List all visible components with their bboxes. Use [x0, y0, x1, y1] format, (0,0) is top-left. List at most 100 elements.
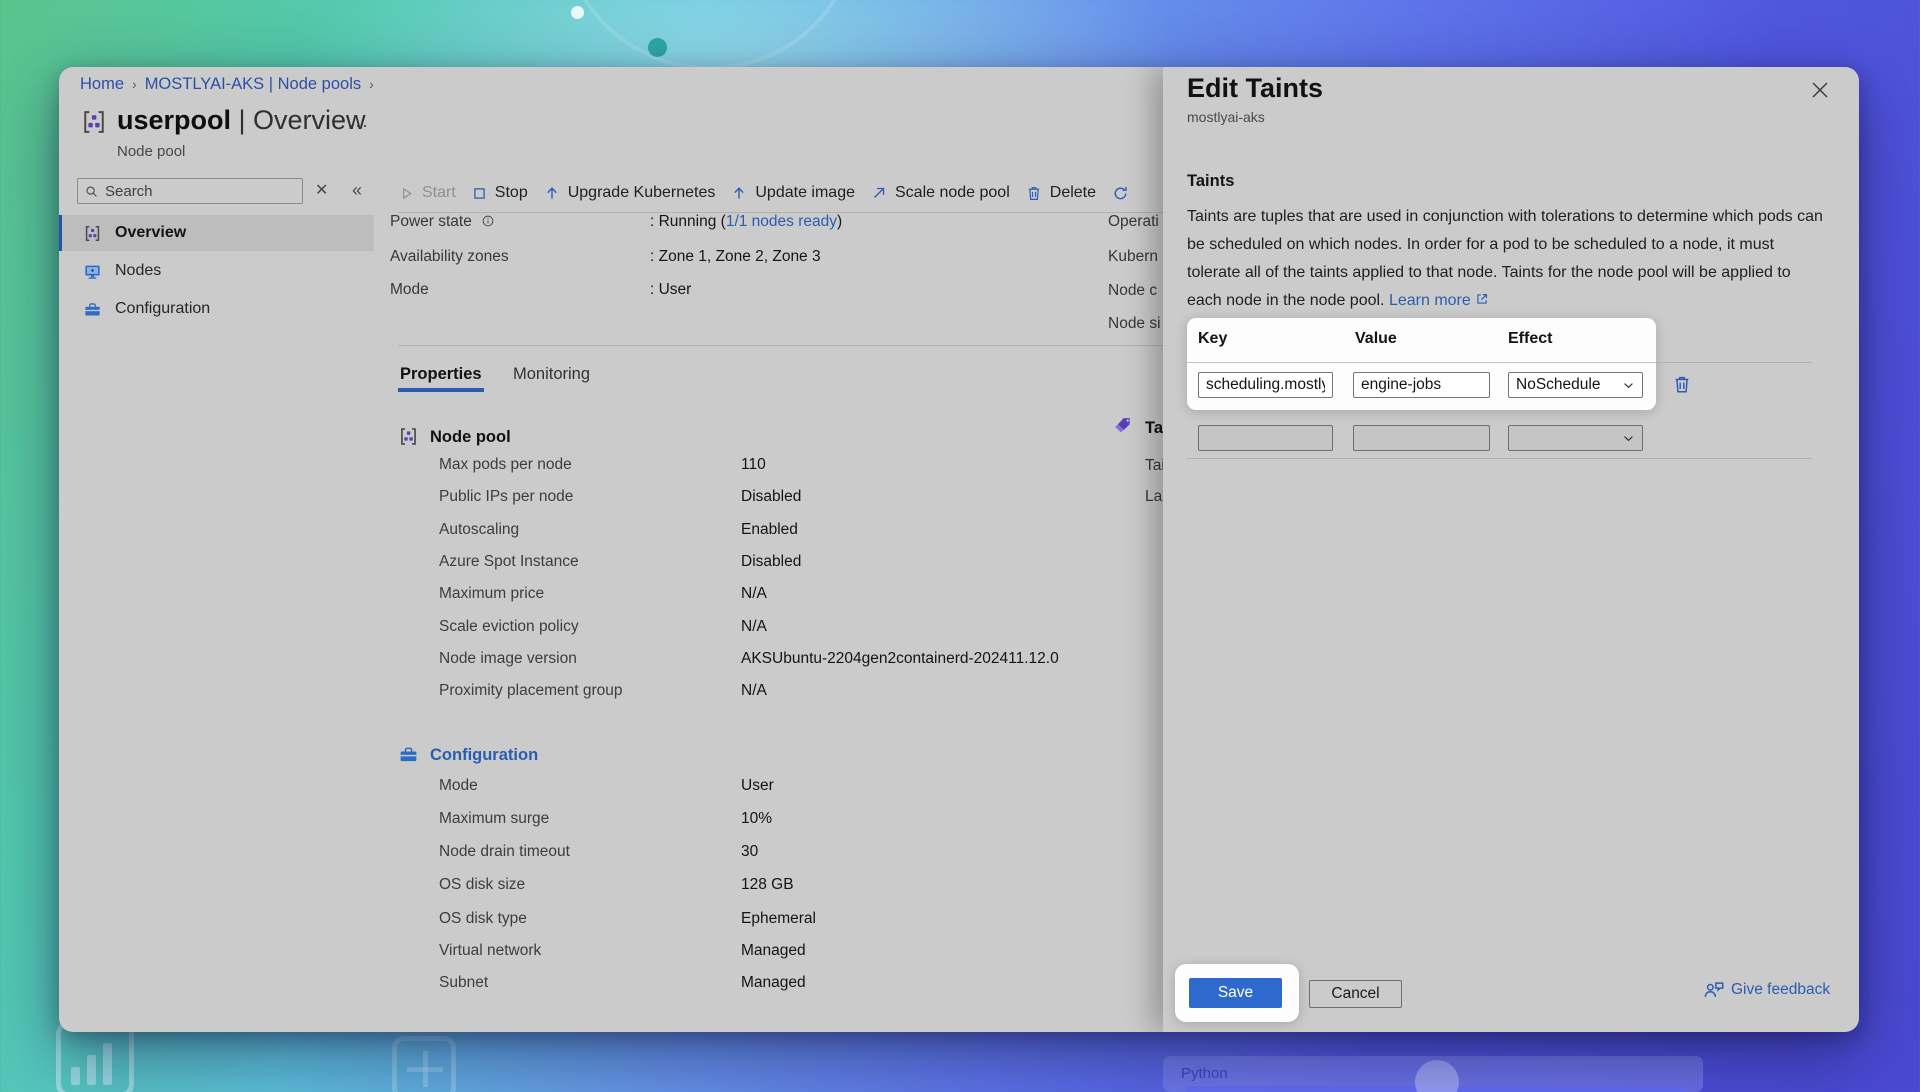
essentials-row: Mode : User: [390, 281, 429, 301]
truncated-label: Operati: [1108, 213, 1159, 231]
search-dismiss-button[interactable]: ✕: [315, 180, 328, 200]
sidebar-item-overview[interactable]: Overview: [59, 215, 374, 251]
taints-heading: Taints: [1187, 172, 1234, 191]
sidebar-item-label: Configuration: [115, 300, 210, 318]
trash-icon: [1025, 184, 1043, 202]
arrow-up-icon: [543, 184, 561, 202]
external-link-icon: [1475, 292, 1489, 306]
toolbox-icon: [398, 744, 419, 765]
arrow-diagonal-icon: [870, 184, 888, 202]
taint-value-input-empty[interactable]: [1353, 425, 1490, 451]
delete-taint-button[interactable]: [1671, 373, 1693, 395]
sidebar-collapse-button[interactable]: «: [352, 180, 362, 201]
background-dot: [571, 6, 584, 19]
monitor-icon: [83, 262, 102, 281]
refresh-button[interactable]: [1111, 184, 1130, 203]
tags-icon: [1113, 415, 1134, 436]
cancel-button[interactable]: Cancel: [1309, 980, 1402, 1008]
table-row-divider: [1187, 458, 1812, 459]
property-row: OS disk typeEphemeral: [439, 910, 527, 930]
search-input[interactable]: [105, 183, 285, 200]
breadcrumb-chevron-icon: ›: [124, 76, 145, 92]
truncated-label: Node c: [1108, 282, 1157, 300]
taint-key-input[interactable]: [1198, 372, 1333, 398]
truncated-label: Tai: [1145, 457, 1165, 475]
desktop: { "window": { "breadcrumb": { "items": […: [0, 0, 1920, 1092]
give-feedback-link[interactable]: Give feedback: [1703, 979, 1830, 1001]
configuration-section-title: Configuration: [430, 746, 538, 765]
active-tab-underline: [398, 388, 484, 392]
stop-button[interactable]: Stop: [471, 184, 528, 202]
property-row: Maximum surge10%: [439, 810, 549, 830]
more-menu-button[interactable]: ···: [348, 115, 369, 136]
autoscaling-enabled-link[interactable]: Enabled: [741, 521, 798, 539]
table-row-divider: [1187, 362, 1656, 363]
taints-description: Taints are tuples that are used in conju…: [1187, 203, 1829, 315]
tags-section-title-truncated: Ta: [1145, 419, 1163, 438]
truncated-label: Kubern: [1108, 248, 1158, 266]
chevron-down-icon: [1622, 432, 1635, 445]
tab-properties[interactable]: Properties: [400, 365, 482, 384]
info-icon[interactable]: [481, 214, 495, 228]
node-pool-section-title: Node pool: [430, 428, 511, 447]
essentials-row: Availability zones : Zone 1, Zone 2, Zon…: [390, 248, 509, 268]
essentials-row: Power state : Running (1/1 nodes ready): [390, 213, 495, 233]
property-row: Azure Spot InstanceDisabled: [439, 553, 579, 573]
learn-more-link[interactable]: Learn more: [1389, 292, 1471, 309]
property-row: Virtual networkManaged: [439, 942, 541, 962]
arrow-up-icon: [730, 184, 748, 202]
taints-table-highlight-card: Key Value Effect NoSchedule: [1187, 318, 1656, 410]
property-row: Scale eviction policyN/A: [439, 618, 579, 638]
taint-value-input[interactable]: [1353, 372, 1490, 398]
page-subtitle: Node pool: [117, 143, 185, 160]
search-icon: [84, 184, 99, 199]
save-button[interactable]: Save: [1189, 978, 1282, 1008]
taint-effect-select[interactable]: NoSchedule: [1508, 372, 1643, 398]
breadcrumb-chevron-icon: ›: [361, 76, 382, 92]
truncated-label: Node si: [1108, 315, 1161, 333]
truncated-label: La: [1145, 488, 1162, 506]
property-row: Maximum priceN/A: [439, 585, 544, 605]
column-header-effect: Effect: [1508, 330, 1552, 348]
azure-portal-window: Home›MOSTLYAI-AKS | Node pools› userpool…: [59, 67, 1859, 1032]
property-row: SubnetManaged: [439, 974, 488, 994]
node-pool-icon: [398, 426, 419, 447]
nodes-ready-link[interactable]: 1/1 nodes ready: [726, 213, 837, 230]
breadcrumb-home[interactable]: Home: [80, 75, 124, 93]
start-button[interactable]: Start: [398, 184, 456, 202]
command-bar: Start Stop Upgrade Kubernetes Update ima…: [398, 178, 1130, 208]
node-pool-icon: [83, 224, 102, 243]
tab-monitoring[interactable]: Monitoring: [513, 365, 590, 384]
property-row: Node image versionAKSUbuntu-2204gen2cont…: [439, 650, 577, 670]
sidebar-search[interactable]: [77, 178, 303, 204]
property-row: ModeUser: [439, 777, 478, 797]
breadcrumb-node-pools[interactable]: MOSTLYAI-AKS | Node pools: [145, 75, 361, 93]
refresh-icon: [1111, 184, 1130, 203]
property-row: OS disk size128 GB: [439, 876, 525, 896]
scale-node-pool-button[interactable]: Scale node pool: [870, 184, 1010, 202]
taint-effect-select-empty[interactable]: [1508, 425, 1643, 451]
sidebar-item-nodes[interactable]: Nodes: [59, 253, 374, 289]
page-title: userpool | Overview: [117, 105, 366, 136]
toolbox-icon: [83, 300, 102, 319]
property-row: AutoscalingEnabled: [439, 521, 519, 541]
upgrade-kubernetes-button[interactable]: Upgrade Kubernetes: [543, 184, 716, 202]
taint-key-input-empty[interactable]: [1198, 425, 1333, 451]
property-row: Node drain timeout30: [439, 843, 570, 863]
column-header-key: Key: [1198, 330, 1227, 348]
feedback-icon: [1703, 979, 1725, 1001]
close-icon[interactable]: [1809, 79, 1831, 101]
power-state-value: : Running (1/1 nodes ready): [650, 213, 842, 231]
property-row: Max pods per node110: [439, 456, 572, 476]
background-plus-icon: [392, 1036, 456, 1092]
panel-title: Edit Taints: [1187, 73, 1323, 104]
update-image-button[interactable]: Update image: [730, 184, 855, 202]
play-icon: [398, 185, 415, 202]
delete-button[interactable]: Delete: [1025, 184, 1096, 202]
stop-icon: [471, 185, 488, 202]
breadcrumb: Home›MOSTLYAI-AKS | Node pools›: [80, 75, 382, 94]
node-pool-icon: [80, 108, 108, 136]
panel-subtitle: mostlyai-aks: [1187, 109, 1265, 125]
table-row-divider: [1656, 362, 1812, 363]
sidebar-item-configuration[interactable]: Configuration: [59, 291, 374, 327]
